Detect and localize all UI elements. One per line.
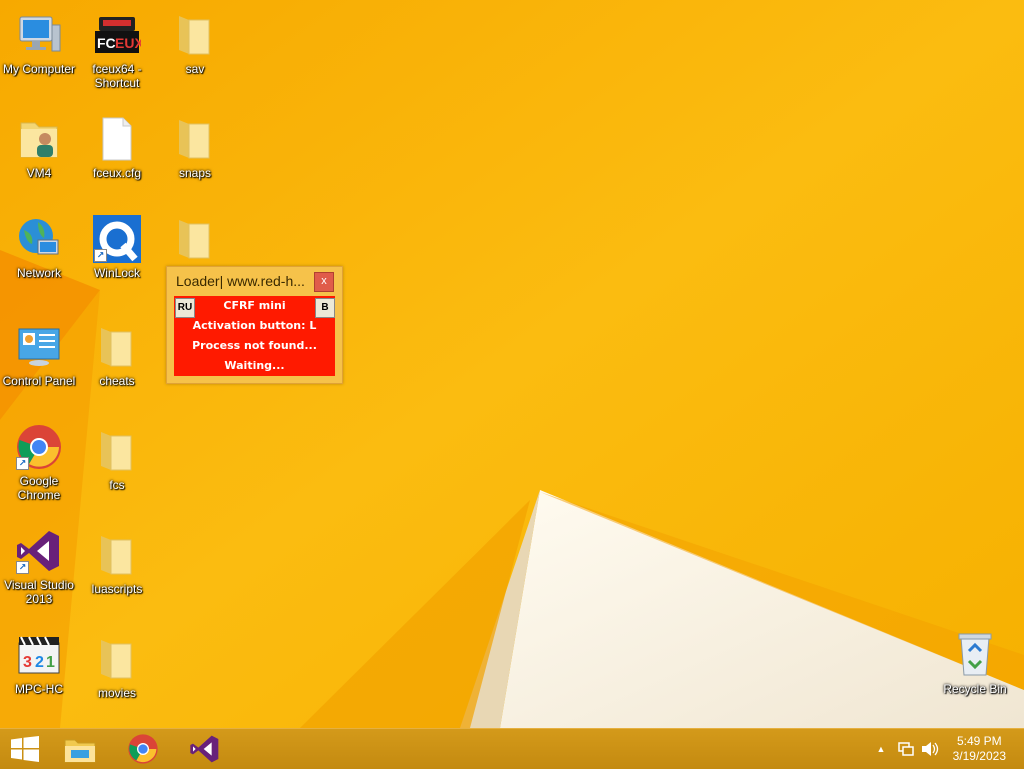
luascripts-folder-icon[interactable]: luascripts [78, 530, 156, 596]
loader-title: Loader| www.red-h... [176, 273, 305, 289]
volume-tray-button[interactable] [919, 729, 941, 769]
fcs-label: fcs [109, 478, 125, 492]
b-button[interactable]: B [315, 298, 335, 318]
taskbar: ▲ 5:49 PM 3/19/2023 [0, 728, 1024, 769]
sav-label: sav [185, 62, 205, 76]
recycle-bin-icon[interactable]: Recycle Bin [936, 630, 1014, 696]
visual-studio-icon[interactable]: ↗ Visual Studio 2013 [0, 526, 78, 606]
fceux-cfg-file-icon[interactable]: fceux.cfg [78, 114, 156, 180]
taskbar-file-explorer-button[interactable] [52, 729, 108, 769]
loader-process-status: Process not found... [192, 339, 317, 352]
movies-label: movies [97, 686, 136, 700]
cheats-label: cheats [99, 374, 135, 388]
recycle-bin-label: Recycle Bin [943, 682, 1007, 696]
shortcut-arrow-icon: ↗ [16, 457, 29, 470]
movies-folder-icon[interactable]: movies [78, 634, 156, 700]
control-panel-label: Control Panel [2, 374, 76, 388]
my-computer-label: My Computer [2, 62, 76, 76]
svg-text:3: 3 [23, 654, 32, 671]
clock-time: 5:49 PM [956, 734, 1002, 748]
taskbar-chrome-button[interactable] [115, 729, 171, 769]
loader-app-name: CFRF mini [223, 299, 286, 312]
snaps-folder-icon[interactable]: snaps [156, 114, 234, 180]
taskbar-visual-studio-button[interactable] [177, 729, 233, 769]
clock-date: 3/19/2023 [952, 749, 1006, 763]
loader-window[interactable]: Loader| www.red-h... x CFRF mini Activat… [166, 266, 343, 384]
fceux64-shortcut-icon[interactable]: FC EUX fceux64 - Shortcut [78, 10, 156, 90]
visual-studio-label: Visual Studio 2013 [4, 578, 74, 606]
vm4-label: VM4 [26, 166, 52, 180]
close-button[interactable]: x [314, 272, 334, 292]
shortcut-arrow-icon: ↗ [94, 249, 107, 262]
loader-activation-text: Activation button: L [192, 319, 317, 332]
svg-text:EUX: EUX [115, 35, 141, 51]
cheats-folder-icon[interactable]: cheats [78, 322, 156, 388]
network-tray-icon [898, 742, 914, 756]
control-panel-icon[interactable]: Control Panel [0, 322, 78, 388]
show-hidden-icons-button[interactable]: ▲ [872, 729, 890, 769]
winlock-label: WinLock [93, 266, 140, 280]
loader-status-panel: CFRF mini Activation button: L Process n… [174, 296, 335, 376]
svg-text:2: 2 [35, 654, 44, 671]
fceux64-label: fceux64 - Shortcut [92, 62, 142, 90]
loader-waiting-text: Waiting... [224, 359, 285, 372]
mpc-hc-label: MPC-HC [15, 682, 63, 696]
file-explorer-icon [64, 739, 96, 763]
mpc-hc-icon[interactable]: 321 MPC-HC [0, 630, 78, 696]
snaps-label: snaps [178, 166, 212, 180]
taskbar-clock[interactable]: 5:49 PM 3/19/2023 [953, 734, 1006, 764]
google-chrome-label: Google Chrome [17, 474, 61, 502]
google-chrome-icon[interactable]: ↗ Google Chrome [0, 422, 78, 502]
fcs-folder-icon[interactable]: fcs [78, 426, 156, 492]
vm4-folder-icon[interactable]: VM4 [0, 114, 78, 180]
start-button[interactable] [0, 729, 50, 769]
luascripts-label: luascripts [91, 582, 143, 596]
desktop: My Computer VM4 Network Control Panel ↗ … [0, 0, 1024, 728]
network-icon[interactable]: Network [0, 214, 78, 280]
folder-icon[interactable] [156, 214, 234, 264]
network-tray-button[interactable] [895, 729, 917, 769]
shortcut-arrow-icon: ↗ [16, 561, 29, 574]
visual-studio-icon [190, 735, 219, 763]
winlock-icon[interactable]: ↗ WinLock [78, 214, 156, 280]
svg-text:1: 1 [46, 654, 55, 671]
speaker-icon [922, 742, 939, 756]
loader-titlebar[interactable]: Loader| www.red-h... x [167, 267, 342, 295]
sav-folder-icon[interactable]: sav [156, 10, 234, 76]
chevron-up-icon: ▲ [876, 744, 886, 754]
svg-text:FC: FC [97, 35, 116, 51]
windows-logo-icon [11, 736, 39, 762]
my-computer-icon[interactable]: My Computer [0, 10, 78, 76]
network-label: Network [16, 266, 61, 280]
chrome-icon [128, 734, 158, 764]
fceux-cfg-label: fceux.cfg [92, 166, 142, 180]
language-ru-button[interactable]: RU [175, 298, 195, 318]
